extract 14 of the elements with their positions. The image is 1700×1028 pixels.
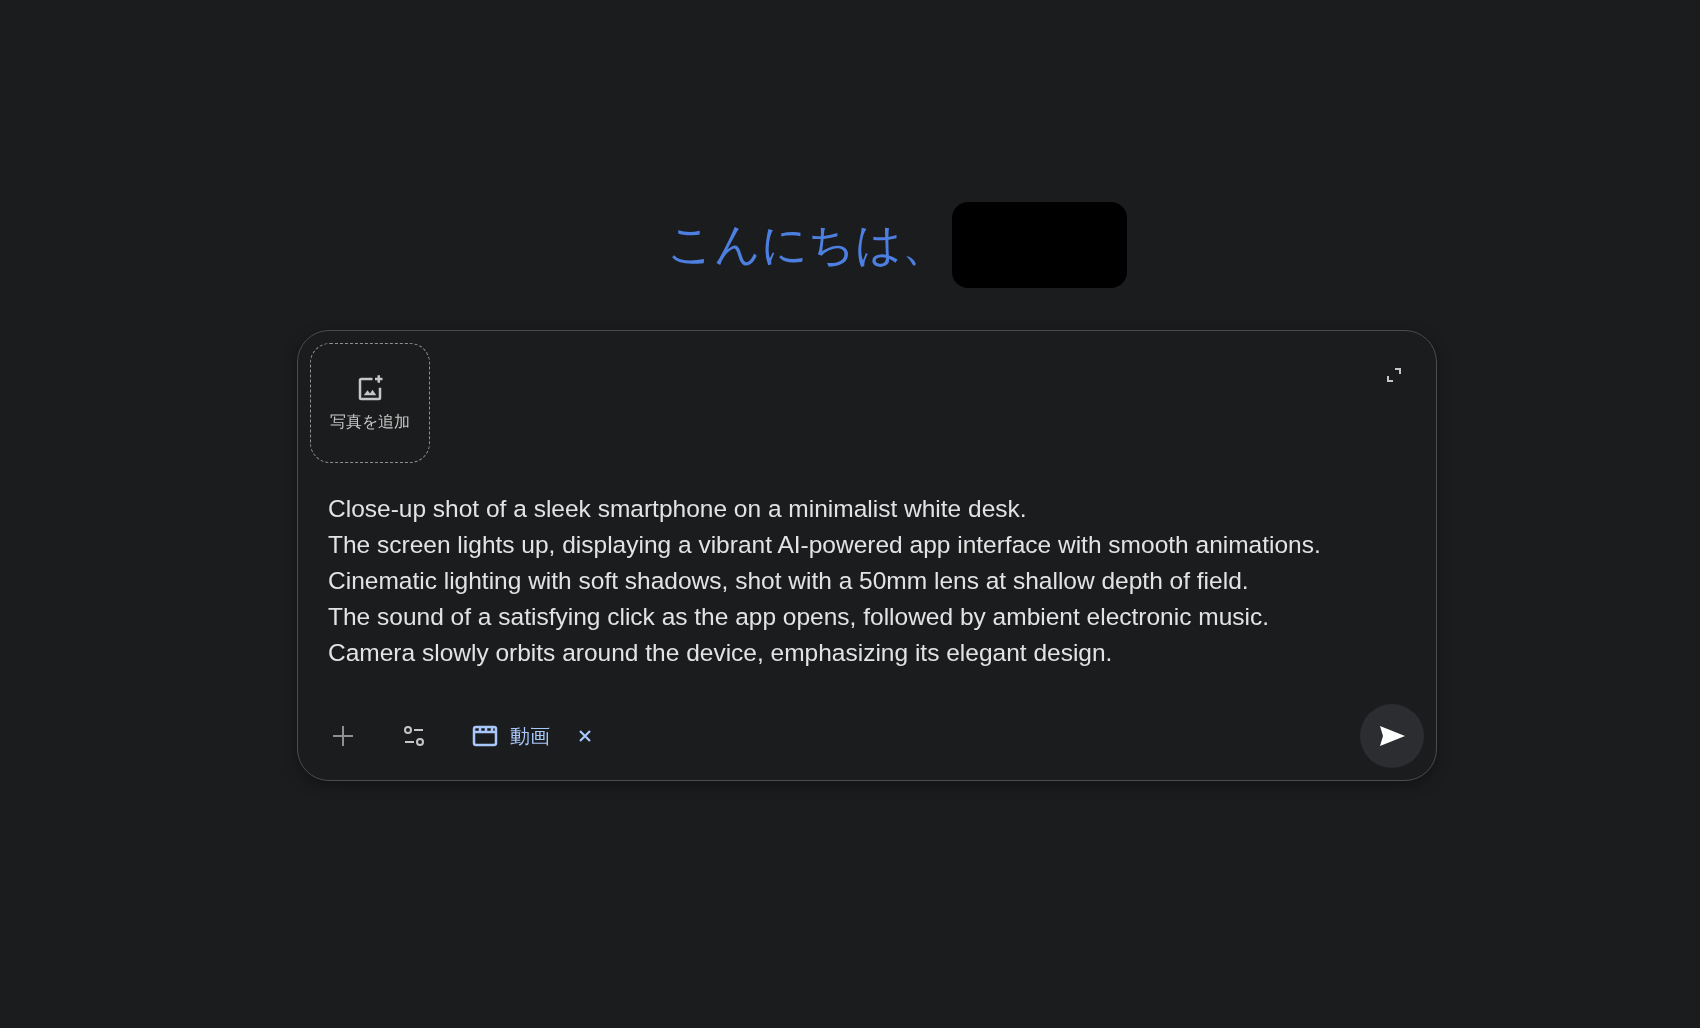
send-icon — [1378, 724, 1406, 748]
clapperboard-icon — [472, 725, 498, 747]
mode-chip-label: 動画 — [510, 722, 550, 750]
add-photo-button[interactable]: 写真を追加 — [310, 343, 430, 463]
prompt-text[interactable]: Cinematic lighting with soft shadows, shot with a 50mm lens at shallow depth of field. — [328, 563, 1249, 599]
prompt-text[interactable]: Close-up shot of a sleek smartphone on a minimalist white desk. — [328, 491, 1027, 527]
greeting-text: こんにちは、 — [667, 215, 948, 273]
close-icon — [578, 729, 592, 743]
prompt-text[interactable]: Camera slowly orbits around the device, emphasizing its elegant design. — [328, 635, 1113, 671]
sliders-icon — [402, 724, 426, 748]
expand-icon — [1386, 367, 1402, 383]
prompt-text[interactable]: The screen lights up, displaying a vibrant AI-powered app interface with smooth animations. — [328, 527, 1321, 563]
prompt-text[interactable]: The sound of a satisfying click as the app opens, followed by ambient electronic music. — [328, 599, 1270, 635]
plus-icon — [332, 725, 354, 747]
